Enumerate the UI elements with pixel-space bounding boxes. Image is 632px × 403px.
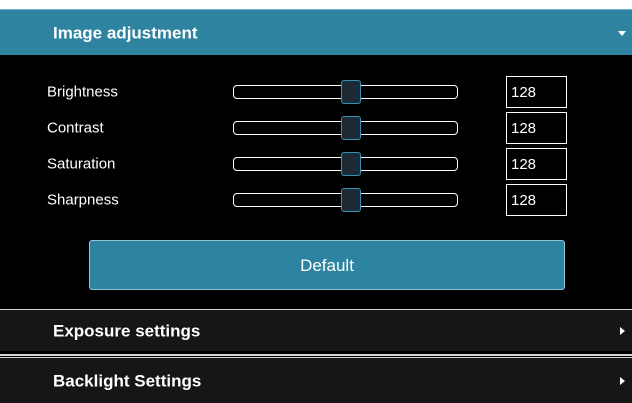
sharpness-slider[interactable] [233,188,458,212]
saturation-row: Saturation [0,148,632,180]
contrast-slider-thumb[interactable] [340,116,361,140]
caret-down-icon [618,31,626,36]
backlight-settings-title: Backlight Settings [53,371,202,390]
brightness-row: Brightness [0,76,632,108]
saturation-slider[interactable] [233,152,458,176]
contrast-row: Contrast [0,112,632,144]
sharpness-label: Sharpness [47,191,119,209]
default-button[interactable]: Default [89,240,565,290]
sharpness-slider-thumb[interactable] [340,188,361,212]
section-divider [0,354,632,356]
brightness-value-input[interactable] [506,76,567,108]
brightness-label: Brightness [47,83,118,101]
caret-right-icon [620,326,625,335]
brightness-slider-thumb[interactable] [340,80,361,104]
image-adjustment-header[interactable]: Image adjustment [0,9,632,55]
contrast-label: Contrast [47,119,104,137]
contrast-value-input[interactable] [506,112,567,144]
contrast-slider[interactable] [233,116,458,140]
sharpness-row: Sharpness [0,184,632,216]
brightness-slider[interactable] [233,80,458,104]
exposure-settings-title: Exposure settings [53,321,201,340]
saturation-label: Saturation [47,155,116,173]
caret-right-icon [620,376,625,385]
exposure-settings-header[interactable]: Exposure settings [0,309,632,351]
settings-panel: Image adjustment Brightness Contrast Sat… [0,9,632,403]
sharpness-value-input[interactable] [506,184,567,216]
backlight-settings-header[interactable]: Backlight Settings [0,357,632,403]
image-adjustment-title: Image adjustment [53,23,198,42]
saturation-value-input[interactable] [506,148,567,180]
saturation-slider-thumb[interactable] [340,152,361,176]
